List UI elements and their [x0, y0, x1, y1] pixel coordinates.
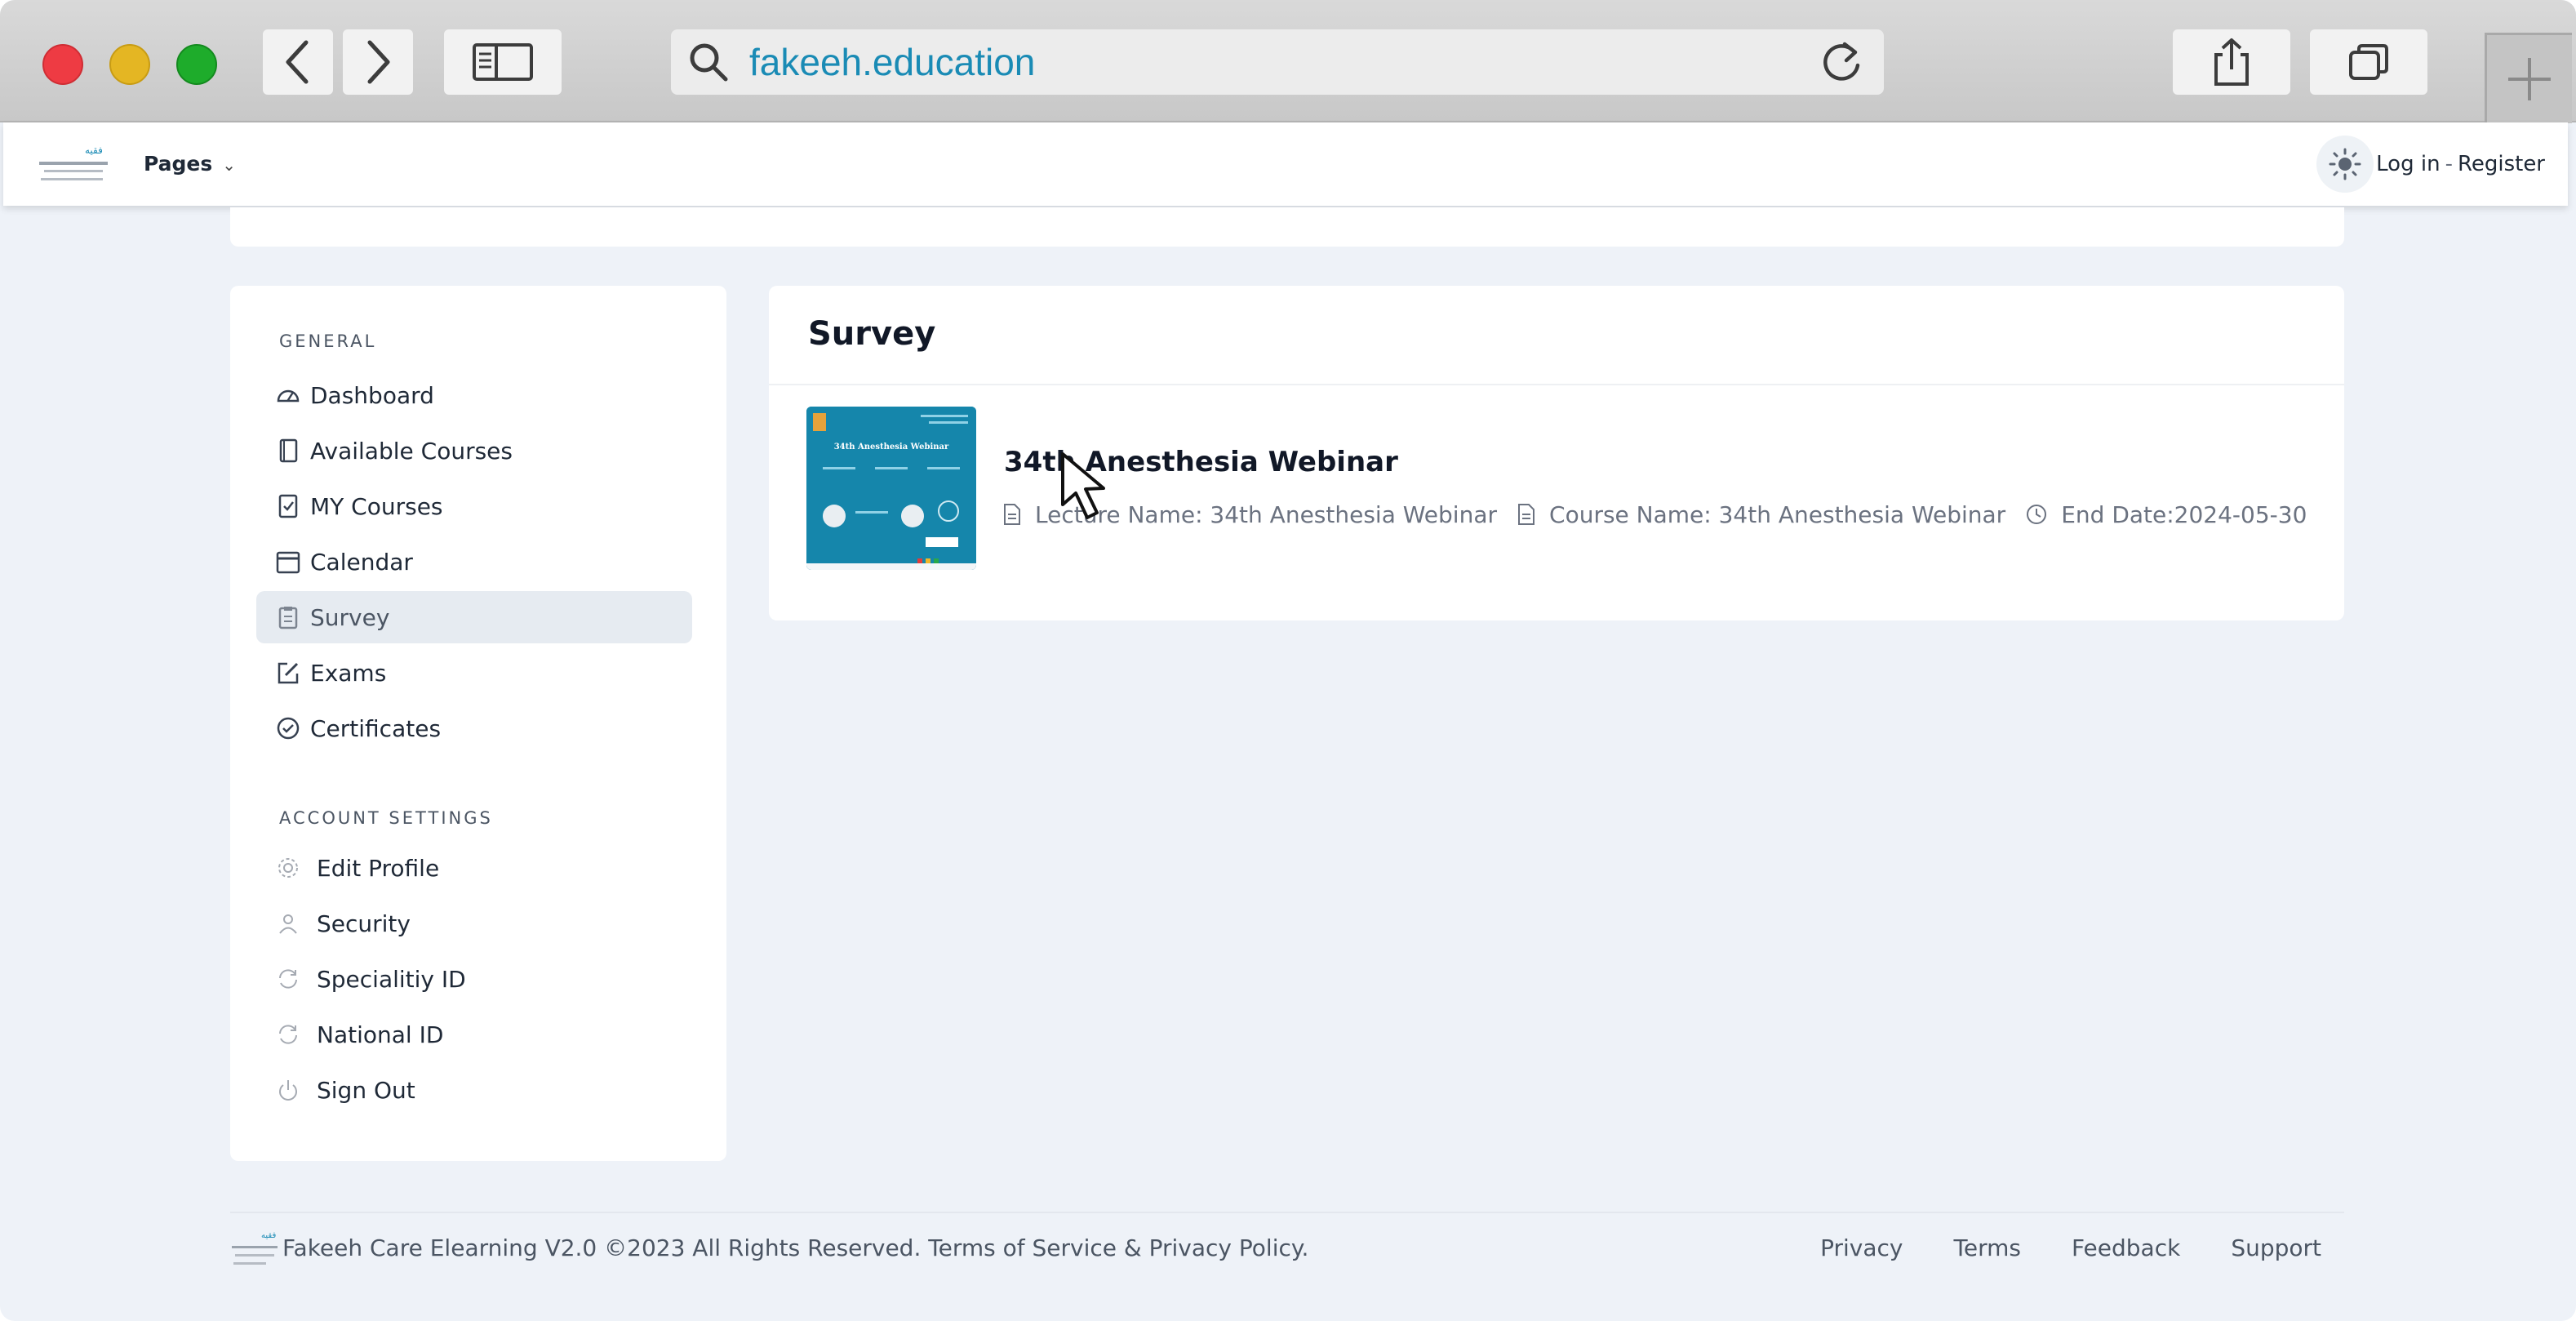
clipboard-icon	[274, 603, 302, 631]
plus-icon	[2508, 58, 2551, 100]
site-logo[interactable]: ﻓﻘﻴﻪ	[36, 140, 113, 188]
calendar-icon	[274, 548, 302, 576]
sidebar-item-dashboard[interactable]: Dashboard	[256, 369, 692, 421]
panel-divider	[769, 384, 2344, 385]
tabs-icon	[2349, 44, 2388, 80]
end-date: End Date:2024-05-30	[2061, 500, 2307, 528]
chevron-right-icon	[367, 40, 390, 84]
pages-menu-label: Pages	[144, 152, 213, 176]
footer-logo: ﻓﻘﻴﻪ	[232, 1231, 278, 1265]
footer-link-privacy[interactable]: Privacy	[1820, 1234, 1903, 1261]
sidebar: GENERAL Dashboard Available Courses MY C…	[230, 286, 726, 1161]
gear-icon	[274, 854, 302, 882]
course-meta: Course Name: 34th Anesthesia Webinar	[1517, 501, 2005, 528]
sidebar-item-label: Sign Out	[317, 1076, 415, 1104]
sidebar-item-national-id[interactable]: National ID	[256, 1008, 692, 1061]
sidebar-item-survey[interactable]: Survey	[256, 591, 692, 643]
sidebar-item-label: Exams	[310, 659, 387, 687]
footer-link-support[interactable]: Support	[2231, 1234, 2321, 1261]
footer-divider	[230, 1212, 2344, 1213]
mouse-cursor-icon	[1061, 452, 1105, 519]
clock-icon	[2027, 505, 2047, 524]
sidebar-item-available-courses[interactable]: Available Courses	[256, 425, 692, 477]
login-link[interactable]: Log in	[2376, 152, 2440, 176]
share-button[interactable]	[2173, 29, 2290, 95]
theme-toggle-button[interactable]	[2316, 136, 2374, 193]
chevron-left-icon	[286, 40, 309, 84]
sidebar-item-label: Dashboard	[310, 381, 434, 409]
thumbnail-title: 34th Anesthesia Webinar	[834, 443, 949, 451]
register-link[interactable]: Register	[2458, 152, 2545, 176]
sidebar-item-sign-out[interactable]: Sign Out	[256, 1064, 692, 1116]
power-icon	[274, 1076, 302, 1104]
pages-menu[interactable]: Pages ⌄	[144, 122, 236, 206]
footer-link-feedback[interactable]: Feedback	[2072, 1234, 2180, 1261]
sidebar-item-label: MY Courses	[310, 492, 443, 520]
edit-icon	[274, 659, 302, 687]
sidebar-icon	[473, 43, 533, 81]
sidebar-toggle-button[interactable]	[444, 29, 562, 95]
user-icon	[274, 910, 302, 937]
sidebar-item-label: Calendar	[310, 548, 413, 576]
auth-links: Log in - Register	[2376, 122, 2545, 206]
sidebar-item-label: Survey	[310, 603, 390, 631]
page-title: Survey	[808, 315, 936, 353]
sidebar-item-label: Edit Profile	[317, 854, 440, 882]
browser-window: fakeeh.education ﻓﻘﻴﻪ Pages ⌄ Log in - R…	[0, 0, 2576, 1321]
survey-item-meta: Lecture Name: 34th Anesthesia Webinar Co…	[1002, 496, 2326, 532]
header-card-edge	[230, 207, 2344, 247]
sun-icon	[2329, 148, 2361, 180]
site-navbar: ﻓﻘﻴﻪ Pages ⌄ Log in - Register	[3, 122, 2568, 206]
account-settings-heading: ACCOUNT SETTINGS	[279, 808, 493, 828]
check-circle-icon	[274, 714, 302, 742]
book-icon	[274, 437, 302, 465]
zoom-window-button[interactable]	[176, 44, 217, 85]
forward-button[interactable]	[343, 29, 413, 95]
new-tab-button[interactable]	[2485, 33, 2572, 123]
svg-text:ﻓﻘﻴﻪ: ﻓﻘﻴﻪ	[85, 145, 103, 156]
footer-links: Privacy Terms Feedback Support	[1770, 1234, 2321, 1261]
sidebar-item-label: Available Courses	[310, 437, 513, 465]
refresh-icon	[274, 1021, 302, 1048]
sidebar-item-edit-profile[interactable]: Edit Profile	[256, 842, 692, 894]
sidebar-item-label: Certificates	[310, 714, 442, 742]
refresh-icon	[274, 965, 302, 993]
checklist-icon	[274, 492, 302, 520]
reload-icon[interactable]	[1817, 38, 1866, 87]
end-date-meta: End Date:2024-05-30	[2025, 501, 2307, 528]
sidebar-item-my-courses[interactable]: MY Courses	[256, 480, 692, 532]
search-icon	[690, 43, 728, 82]
sidebar-item-label: Specialitiy ID	[317, 965, 466, 993]
general-heading: GENERAL	[279, 331, 377, 351]
survey-panel: Survey 34th Anesthesia Webinar 34th Anes…	[769, 286, 2344, 620]
sidebar-item-label: National ID	[317, 1021, 444, 1048]
dashboard-icon	[274, 381, 302, 409]
sidebar-item-security[interactable]: Security	[256, 897, 692, 950]
sidebar-item-label: Security	[317, 910, 411, 937]
document-icon	[1518, 504, 1535, 525]
browser-toolbar: fakeeh.education	[0, 0, 2576, 122]
footer-copyright: Fakeeh Care Elearning V2.0 ©2023 All Rig…	[282, 1234, 1309, 1261]
sidebar-item-certificates[interactable]: Certificates	[256, 702, 692, 754]
address-bar[interactable]: fakeeh.education	[671, 29, 1884, 95]
document-icon	[1004, 504, 1020, 525]
sidebar-item-calendar[interactable]: Calendar	[256, 536, 692, 588]
survey-thumbnail[interactable]: 34th Anesthesia Webinar	[806, 407, 976, 570]
footer-link-terms[interactable]: Terms	[1954, 1234, 2021, 1261]
sidebar-item-speciality-id[interactable]: Specialitiy ID	[256, 953, 692, 1005]
minimize-window-button[interactable]	[109, 44, 150, 85]
auth-separator: -	[2445, 152, 2453, 176]
url-text: fakeeh.education	[749, 41, 1036, 83]
share-icon	[2214, 38, 2249, 86]
tabs-overview-button[interactable]	[2310, 29, 2427, 95]
close-window-button[interactable]	[42, 44, 83, 85]
course-name: Course Name: 34th Anesthesia Webinar	[1549, 500, 2006, 528]
chevron-down-icon: ⌄	[222, 155, 237, 175]
svg-text:ﻓﻘﻴﻪ: ﻓﻘﻴﻪ	[261, 1231, 276, 1240]
sidebar-item-exams[interactable]: Exams	[256, 647, 692, 699]
back-button[interactable]	[263, 29, 333, 95]
